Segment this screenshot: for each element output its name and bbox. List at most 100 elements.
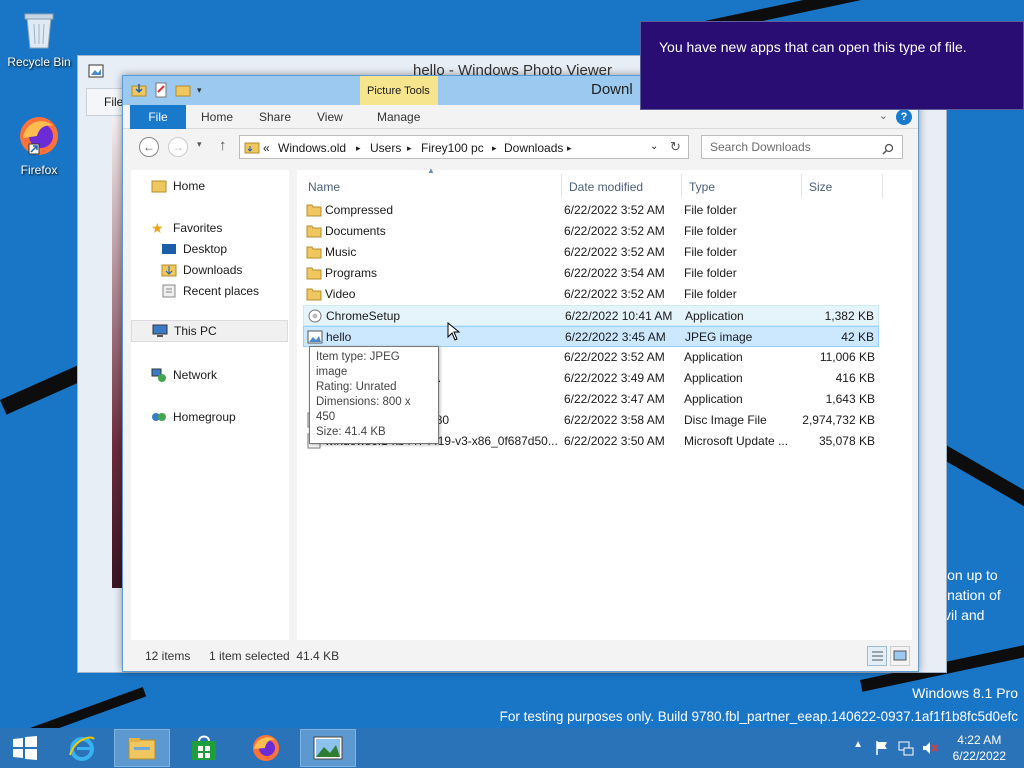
nav-item-homegroup[interactable]: Homegroup [151, 410, 236, 424]
tab-view[interactable]: View [317, 105, 343, 129]
background-text-line: ion up to [944, 567, 998, 583]
up-button[interactable]: ↑ [219, 137, 227, 154]
column-header-type[interactable]: Type [689, 180, 715, 194]
status-bar: 12 items 1 item selected 41.4 KB [123, 641, 918, 671]
file-date: 6/22/2022 3:52 AM [564, 203, 665, 217]
nav-item-desktop[interactable]: Desktop [161, 242, 227, 256]
file-type: JPEG image [685, 330, 753, 344]
firefox-label: Firefox [20, 163, 58, 177]
network-icon[interactable] [898, 740, 914, 756]
recent-locations-chevron-icon[interactable]: ▾ [197, 139, 202, 150]
forward-button[interactable]: → [168, 137, 188, 157]
internet-explorer-taskbar-button[interactable] [54, 729, 110, 767]
build-watermark: For testing purposes only. Build 9780.fb… [499, 709, 1018, 724]
address-bar[interactable]: « Windows.old ▸ Users ▸ Firey100 pc ▸ Do… [239, 135, 689, 159]
help-icon[interactable]: ? [896, 109, 912, 125]
star-icon: ★ [151, 220, 164, 236]
column-divider[interactable] [681, 174, 682, 198]
nav-item-recent-places[interactable]: Recent places [161, 284, 259, 298]
column-divider[interactable] [882, 174, 883, 198]
store-taskbar-button[interactable] [176, 729, 232, 767]
search-icon[interactable] [882, 143, 894, 155]
file-date: 6/22/2022 3:52 AM [564, 245, 665, 259]
windows-edition-watermark: Windows 8.1 Pro [912, 685, 1018, 701]
nav-item-label: Home [173, 179, 206, 193]
ribbon-expand-icon[interactable]: ⌄ [879, 109, 888, 122]
file-row[interactable]: ChromeSetup 6/22/2022 10:41 AM Application… [303, 305, 879, 326]
file-explorer-window[interactable]: ▾ Picture Tools Downl File Home Share Vi… [122, 75, 919, 672]
new-folder-icon[interactable] [175, 82, 191, 98]
address-segment[interactable]: Firey100 pc [421, 141, 484, 155]
file-size: 2,974,732 KB [802, 413, 875, 427]
internet-explorer-icon [69, 736, 95, 761]
column-header-date[interactable]: Date modified [569, 180, 643, 194]
start-button[interactable] [0, 729, 50, 767]
tab-file[interactable]: File [130, 105, 186, 129]
address-dropdown-icon[interactable]: ⌄ [650, 141, 658, 152]
tab-home[interactable]: Home [201, 105, 233, 129]
file-row[interactable]: Documents 6/22/2022 3:52 AM File folder [303, 221, 879, 242]
clock[interactable]: 4:22 AM 6/22/2022 [953, 732, 1006, 764]
file-type: File folder [684, 203, 737, 217]
column-header-name[interactable]: Name [308, 180, 340, 194]
file-row[interactable]: Video 6/22/2022 3:52 AM File folder [303, 284, 879, 305]
navigation-pane: Home ★ Favorites Desktop Downloads Recen… [131, 170, 289, 640]
taskbar: ▲ 4:22 AM 6/22/2022 [0, 728, 1024, 768]
search-input[interactable]: Search Downloads [701, 135, 903, 159]
file-row[interactable]: hello 6/22/2022 3:45 AM JPEG image 42 KB [303, 326, 879, 347]
file-type: File folder [684, 245, 737, 259]
refresh-icon[interactable]: ↻ [670, 139, 681, 155]
large-icons-view-icon [893, 650, 907, 661]
nav-item-home[interactable]: Home [151, 179, 205, 193]
address-overflow-chevron[interactable]: « [263, 141, 270, 155]
show-hidden-icons-icon[interactable]: ▲ [853, 739, 863, 750]
address-segment[interactable]: Users [370, 141, 401, 155]
address-segment[interactable]: Downloads [504, 141, 563, 155]
details-view-button[interactable] [867, 646, 887, 666]
column-header-size[interactable]: Size [809, 180, 832, 194]
downloads-folder-icon [161, 264, 177, 277]
nav-item-network[interactable]: Network [151, 368, 217, 382]
folder-icon [244, 142, 260, 154]
new-apps-notification[interactable]: You have new apps that can open this typ… [640, 21, 1024, 110]
tab-share[interactable]: Share [259, 105, 291, 129]
column-divider[interactable] [801, 174, 802, 198]
volume-muted-icon[interactable] [922, 740, 938, 756]
tab-manage[interactable]: Manage [377, 105, 420, 129]
file-name: Video [325, 287, 356, 301]
file-type: Disc Image File [684, 413, 767, 427]
large-icons-view-button[interactable] [890, 646, 910, 666]
address-separator-icon[interactable]: ▸ [356, 143, 361, 154]
firefox-taskbar-button[interactable] [238, 729, 294, 767]
photo-viewer-taskbar-button[interactable] [300, 729, 356, 767]
nav-item-label: Network [173, 368, 218, 382]
address-separator-icon[interactable]: ▸ [567, 143, 572, 154]
file-name: Programs [325, 266, 378, 280]
file-name: ChromeSetup [326, 309, 401, 323]
nav-item-label: This PC [174, 324, 217, 338]
quick-access-toolbar: ▾ [131, 82, 202, 98]
notification-message: You have new apps that can open this typ… [659, 39, 967, 55]
file-size: 1,382 KB [824, 309, 874, 323]
nav-item-downloads[interactable]: Downloads [161, 263, 242, 277]
address-separator-icon[interactable]: ▸ [407, 143, 412, 154]
properties-icon[interactable] [153, 82, 169, 98]
recycle-bin-desktop-icon[interactable]: Recycle Bin [4, 6, 74, 69]
file-row[interactable]: Music 6/22/2022 3:52 AM File folder [303, 242, 879, 263]
file-row[interactable]: Programs 6/22/2022 3:54 AM File folder [303, 263, 879, 284]
address-separator-icon[interactable]: ▸ [492, 143, 497, 154]
column-divider[interactable] [561, 174, 562, 198]
homegroup-icon [152, 413, 166, 421]
file-explorer-taskbar-button[interactable] [114, 729, 170, 767]
firefox-desktop-icon[interactable]: Firefox [4, 114, 74, 177]
customize-toolbar-icon[interactable]: ▾ [197, 85, 202, 96]
back-button[interactable]: ← [139, 137, 159, 157]
nav-item-favorites[interactable]: ★ Favorites [151, 221, 222, 235]
clock-time: 4:22 AM [957, 733, 1002, 747]
file-row[interactable]: Compressed 6/22/2022 3:52 AM File folder [303, 200, 879, 221]
folder-down-icon[interactable] [131, 82, 147, 98]
nav-item-this-pc[interactable]: This PC [131, 320, 288, 342]
tooltip-size: Size: 41.4 KB [316, 426, 386, 438]
address-segment[interactable]: Windows.old [278, 141, 346, 155]
action-center-flag-icon[interactable] [875, 740, 889, 756]
